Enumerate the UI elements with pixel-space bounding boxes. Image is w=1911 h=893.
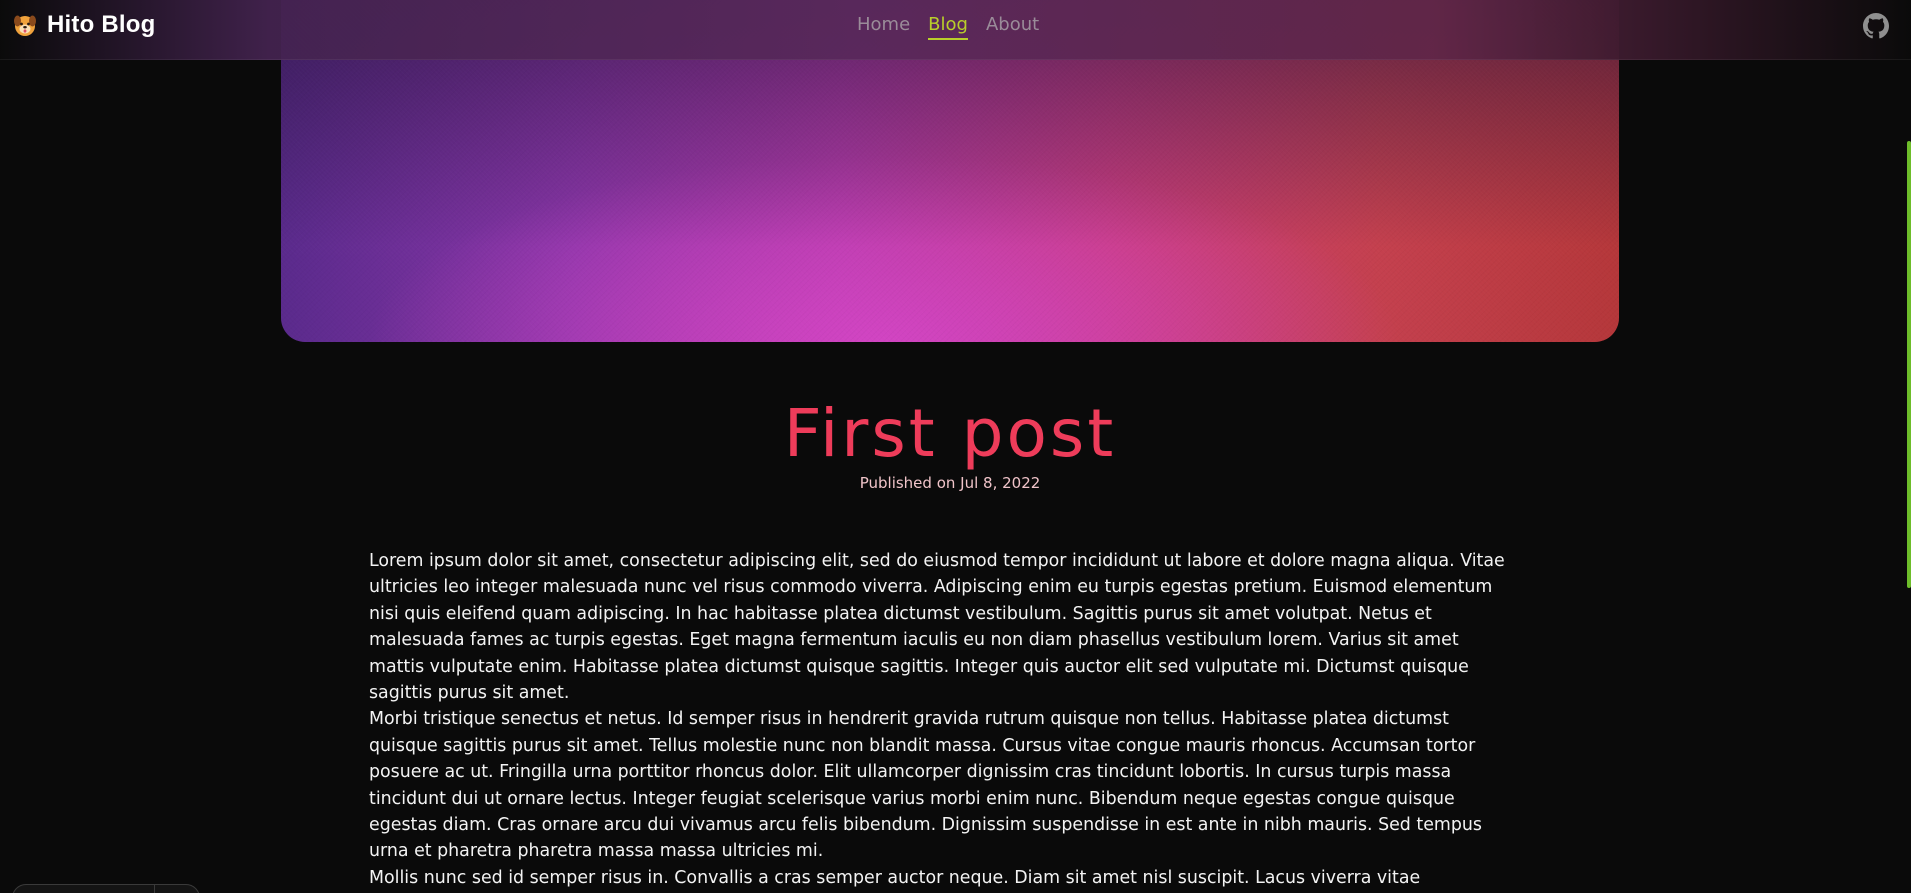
post-paragraph: Lorem ipsum dolor sit amet, consectetur …: [369, 551, 1505, 704]
post-paragraph: Morbi tristique senectus et netus. Id se…: [369, 709, 1482, 862]
post-published-date: Published on Jul 8, 2022: [859, 474, 1041, 492]
main-nav: Home Blog About: [857, 14, 1039, 40]
post-content: Lorem ipsum dolor sit amet, consectetur …: [369, 548, 1519, 891]
github-icon[interactable]: [1863, 13, 1889, 39]
post-paragraph: Mollis nunc sed id semper risus in. Conv…: [369, 867, 1421, 888]
dog-face-icon: [14, 15, 36, 36]
brand-home-link[interactable]: Hito Blog: [13, 11, 155, 39]
brand-name: Hito Blog: [47, 11, 156, 38]
nav-link-home[interactable]: Home: [857, 14, 910, 40]
post-title: First post: [783, 395, 1117, 472]
top-navbar: Hito Blog Home Blog About: [0, 0, 1911, 60]
nav-link-blog[interactable]: Blog: [928, 14, 968, 40]
reading-progress-bar: [1907, 141, 1911, 588]
floating-toolbar[interactable]: [12, 884, 200, 893]
nav-link-about[interactable]: About: [986, 14, 1039, 40]
page: Hito Blog Home Blog About First post Pub…: [0, 0, 1911, 893]
